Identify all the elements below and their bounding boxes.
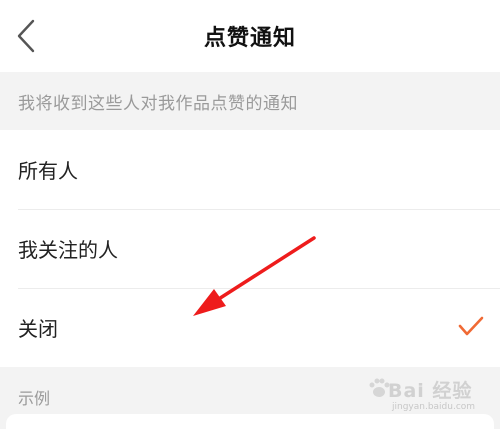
nav-bar: 点赞通知 xyxy=(0,0,500,72)
notification-options-list: 所有人 我关注的人 关闭 xyxy=(0,130,500,367)
option-following[interactable]: 我关注的人 xyxy=(0,209,500,288)
option-off[interactable]: 关闭 xyxy=(0,288,500,367)
option-label: 我关注的人 xyxy=(18,238,118,262)
section-description: 我将收到这些人对我作品点赞的通知 xyxy=(0,72,500,130)
page-title: 点赞通知 xyxy=(203,26,296,51)
option-label: 关闭 xyxy=(18,317,58,341)
option-everyone[interactable]: 所有人 xyxy=(0,130,500,209)
checkmark-icon xyxy=(458,316,484,336)
option-label: 所有人 xyxy=(18,159,78,183)
example-card xyxy=(6,414,494,429)
example-label: 示例 xyxy=(18,389,51,408)
